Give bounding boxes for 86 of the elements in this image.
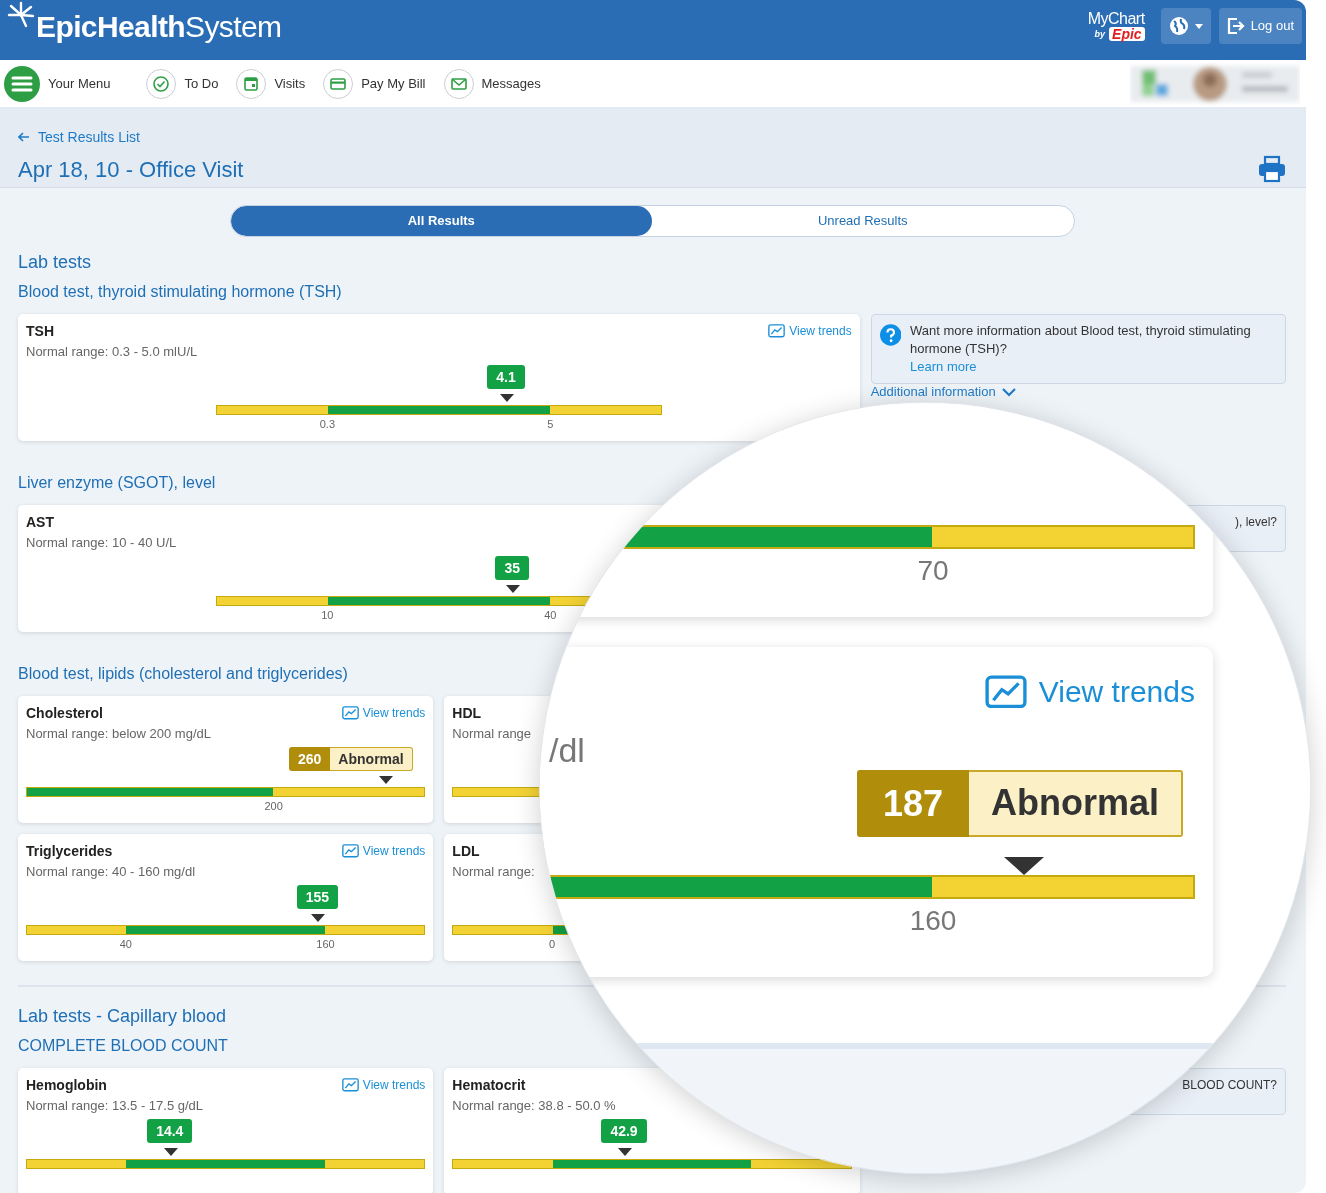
value-badge: 14.4	[147, 1119, 193, 1143]
abnormal-flag: Abnormal	[330, 747, 413, 771]
tick-label: 5	[547, 418, 554, 431]
section-heading: Lab tests - Capillary blood	[18, 1005, 228, 1027]
nav-link[interactable]: To Do	[146, 68, 219, 99]
additional-information-link[interactable]: Additional information	[870, 384, 1016, 400]
normal-range-text: Normal range: 0.3 - 5.0 mlU/L	[26, 343, 198, 361]
result-name: LDL	[452, 842, 480, 860]
value-badge: 4.1	[487, 365, 525, 389]
value-badge: 35	[495, 556, 530, 580]
info-text: ), level?	[1234, 514, 1277, 531]
back-link[interactable]: Test Results List	[18, 126, 140, 148]
print-button[interactable]	[1258, 155, 1286, 184]
view-trends-link[interactable]: View trends	[341, 1076, 426, 1094]
tick-label: 40	[544, 609, 557, 622]
info-text: BLOOD COUNT?	[1182, 1077, 1277, 1094]
normal-range-text: Normal range:	[452, 863, 535, 881]
printer-icon	[1258, 155, 1286, 184]
tick-label: 0	[549, 938, 556, 951]
nav-link[interactable]: Pay My Bill	[323, 68, 426, 99]
calendar-icon	[236, 68, 267, 99]
view-trends-link[interactable]: View trends	[984, 669, 1195, 714]
normal-range-text: Normal range: 40 - 160 mg/dl	[26, 863, 196, 881]
trend-chart-icon	[341, 1078, 359, 1092]
normal-range-text: Normal range: 13.5 - 17.5 g/dL	[26, 1097, 204, 1115]
result-name: HDL	[452, 704, 482, 722]
group-title: COMPLETE BLOOD COUNT	[18, 1036, 229, 1056]
trend-chart-icon	[341, 844, 359, 858]
result-name: AST	[26, 513, 54, 531]
language-button[interactable]	[1160, 8, 1211, 44]
caret-icon	[1194, 23, 1203, 29]
tick-label: 0.3	[319, 418, 335, 431]
credit-card-icon	[323, 68, 354, 99]
logo-text: Epic	[1109, 27, 1145, 41]
normal-range-text: Normal range	[452, 725, 532, 743]
result-name: TSH	[26, 322, 54, 340]
menu-icon	[4, 65, 40, 102]
group-title: Blood test, thyroid stimulating hormone (TSH)	[18, 282, 343, 302]
result-name: Hemoglobin	[26, 1076, 107, 1094]
page-title: Apr 18, 10 - Office Visit	[18, 157, 244, 184]
logout-icon	[1226, 17, 1245, 35]
value-badge: 187	[857, 770, 970, 837]
envelope-icon	[443, 68, 474, 99]
tick-label: 70	[917, 555, 949, 587]
result-name: Triglycerides	[26, 842, 113, 860]
group-title: Liver enzyme (SGOT), level	[18, 473, 217, 493]
group-title: Blood test, lipids (cholesterol and triglycerides)	[18, 664, 349, 684]
filter-tab[interactable]: Unread Results	[652, 206, 1074, 236]
tick-label: 160	[909, 905, 957, 937]
section-heading: Lab tests	[18, 251, 93, 273]
view-trends-link[interactable]: View trends	[768, 322, 852, 340]
view-trends-link[interactable]: View trends	[341, 704, 426, 722]
normal-range-text: Normal range: 10 - 40 U/L	[26, 534, 177, 552]
chevron-down-icon	[1001, 387, 1016, 397]
tick-label: 40	[119, 938, 132, 951]
logo-text: MyChart	[1087, 11, 1145, 27]
trend-chart-icon	[341, 706, 359, 720]
result-name: Hematocrit	[452, 1076, 526, 1094]
arrow-left-icon	[18, 132, 30, 142]
normal-range-text: Normal range: below 200 mg/dL	[26, 725, 211, 743]
value-badge: 42.9	[601, 1119, 647, 1143]
normal-range-text: /dl	[549, 730, 585, 770]
logo-text: EpicHealthSystem	[36, 12, 282, 42]
abnormal-flag: Abnormal	[969, 770, 1184, 837]
logout-button[interactable]: Log out	[1218, 8, 1302, 44]
learn-more-link[interactable]: Learn more	[910, 359, 977, 374]
question-icon	[879, 322, 902, 348]
info-text: Want more information about Blood test, thyroid stimulating hormone (TSH)?	[910, 322, 1252, 358]
nav-link[interactable]: Your Menu	[4, 65, 111, 102]
logo-text: by	[1094, 29, 1106, 39]
tick-label: 200	[264, 800, 283, 813]
normal-range-text: Normal range: 38.8 - 50.0 %	[452, 1097, 616, 1115]
tick-label: 160	[316, 938, 335, 951]
nav-link[interactable]: Messages	[443, 68, 541, 99]
filter-tab[interactable]: All Results	[230, 206, 652, 236]
tick-label: 10	[321, 609, 334, 622]
view-trends-link[interactable]: View trends	[341, 842, 426, 860]
result-name: Cholesterol	[26, 704, 103, 722]
sunburst-icon	[6, 0, 36, 30]
value-badge: 155	[296, 885, 339, 909]
globe-icon	[1168, 16, 1189, 36]
nav-link[interactable]: Visits	[236, 68, 306, 99]
checkmark-icon	[146, 68, 177, 99]
value-badge: 260	[289, 747, 331, 771]
trend-chart-icon	[768, 324, 786, 338]
trend-chart-icon	[984, 674, 1027, 709]
